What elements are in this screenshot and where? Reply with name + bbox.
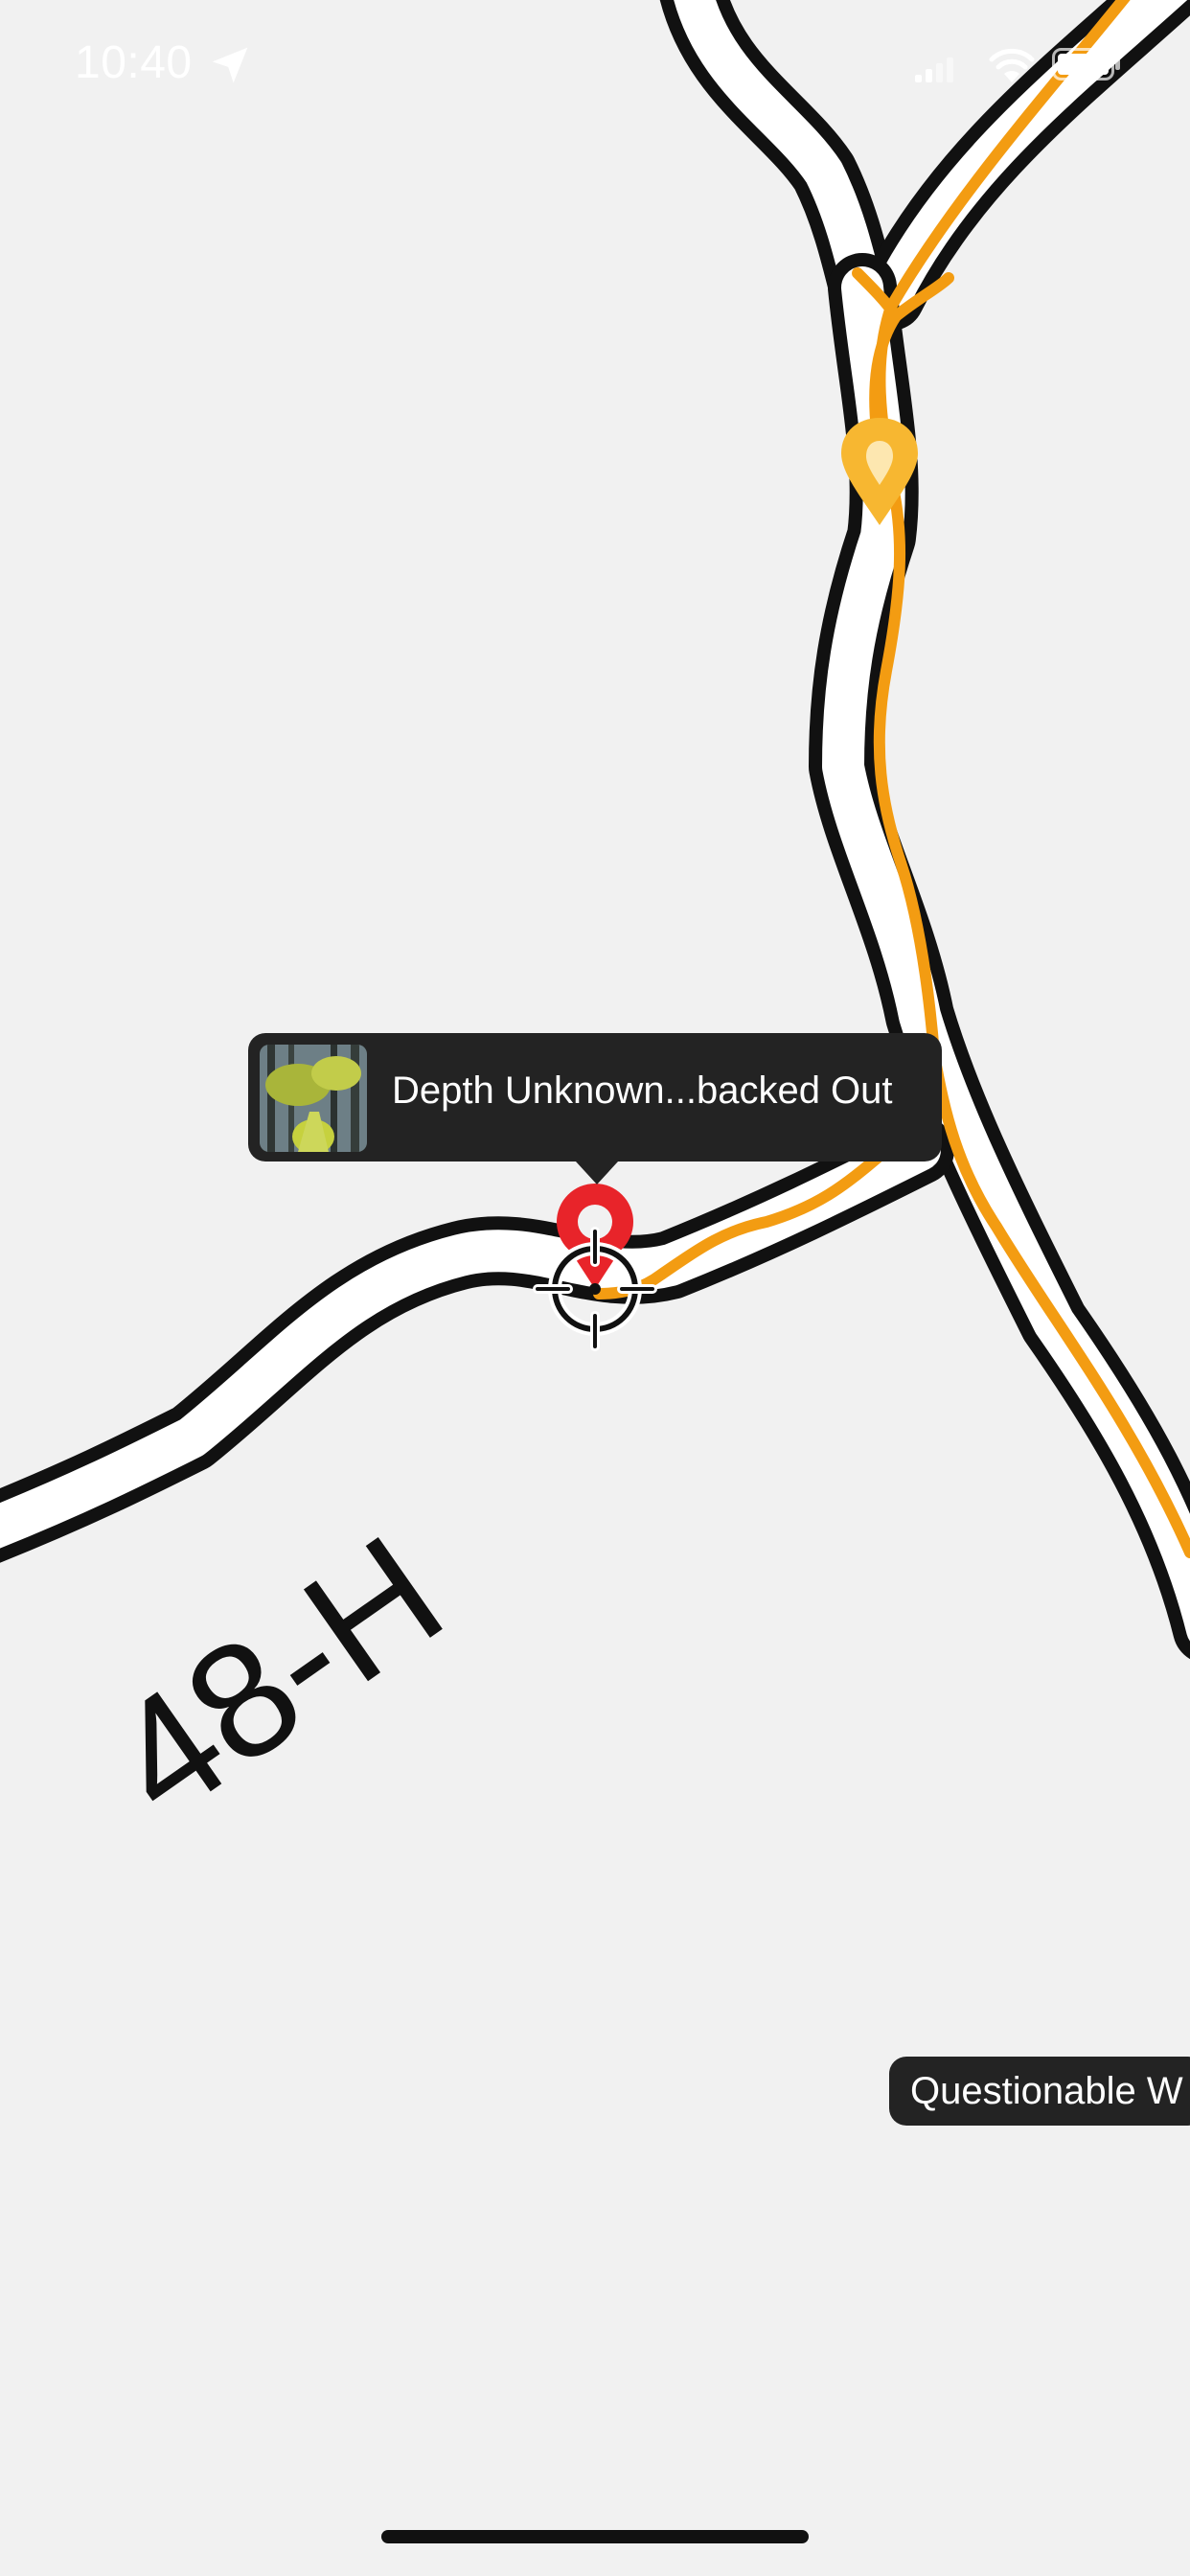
waypoint-label-text: Questionable W: [910, 2070, 1183, 2112]
road-48-h: [0, 1116, 954, 1563]
wifi-icon: [989, 48, 1035, 82]
waypoint-photo: [260, 1045, 367, 1152]
status-time: 10:40: [75, 37, 193, 88]
location-arrow-icon: [212, 47, 248, 83]
battery-icon: [1052, 48, 1120, 80]
waypoint-title: Depth Unknown...backed Out: [392, 1070, 893, 1112]
waypoint-label-secondary[interactable]: Questionable W: [889, 2057, 1190, 2126]
map-canvas[interactable]: 48-H: [0, 0, 1190, 2576]
cellular-signal-icon: [915, 58, 953, 82]
waypoint-callout[interactable]: Depth Unknown...backed Out: [248, 1033, 942, 1184]
status-bar: 10:40: [0, 0, 1190, 134]
home-indicator[interactable]: [381, 2530, 809, 2543]
road-label: 48-H: [80, 1501, 474, 1852]
